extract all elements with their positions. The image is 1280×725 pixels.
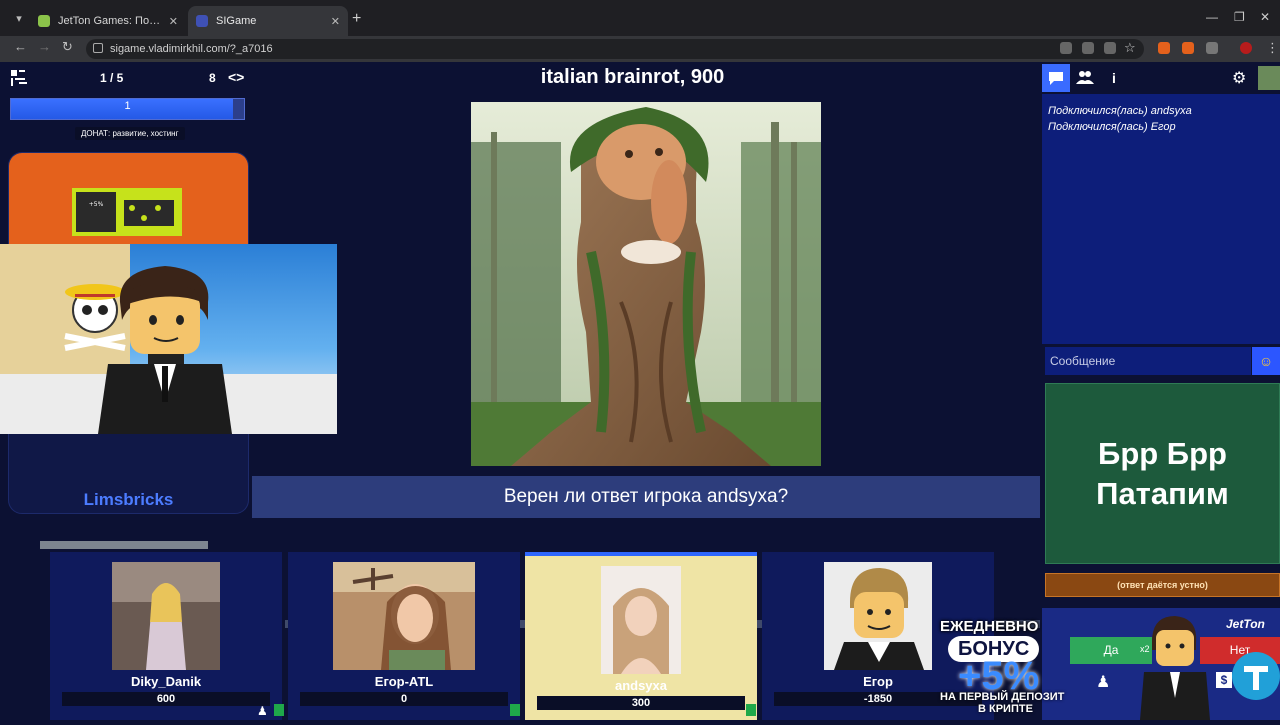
new-tab-icon[interactable]: + bbox=[352, 10, 361, 28]
restore-icon[interactable]: ❐ bbox=[1234, 10, 1245, 24]
ad-lego-figure bbox=[1140, 612, 1210, 720]
question-image bbox=[471, 102, 821, 466]
reload-icon[interactable]: ↻ bbox=[62, 39, 73, 55]
player-slot[interactable]: Егор-ATL 0 bbox=[288, 552, 520, 720]
question-counter: 1 / 5 bbox=[100, 71, 124, 85]
password-key-icon[interactable] bbox=[1060, 42, 1072, 54]
dollar-icon[interactable]: $ bbox=[1216, 672, 1232, 688]
player-avatar bbox=[333, 562, 475, 670]
player-slot[interactable]: Diky_Danik 600 bbox=[50, 552, 282, 720]
ad-text-crypto: В КРИПТЕ bbox=[978, 703, 1033, 715]
player-status-indicator bbox=[510, 704, 520, 716]
theme-title: italian brainrot, 900 bbox=[540, 66, 725, 88]
player-slot-selected[interactable]: andsyxa 300 bbox=[525, 552, 757, 720]
player-name: Diky_Danik bbox=[130, 674, 202, 689]
chat-tab[interactable] bbox=[1042, 64, 1070, 92]
player-avatar bbox=[601, 566, 681, 674]
emoji-icon[interactable]: ☺ bbox=[1252, 347, 1280, 375]
chat-message: Подключился(лась) andsyxa bbox=[1048, 105, 1192, 117]
browser-tab-jetton[interactable]: JetTon Games: Погружение в мир ✕ bbox=[30, 6, 186, 36]
install-app-icon[interactable] bbox=[1082, 42, 1094, 54]
pawn-icon: ♟ bbox=[1096, 674, 1111, 691]
minimize-icon[interactable]: — bbox=[1206, 10, 1218, 24]
jetton-favicon-icon bbox=[38, 15, 50, 27]
back-icon[interactable]: ← bbox=[14, 39, 27, 54]
player-avatar bbox=[824, 562, 932, 670]
site-info-icon[interactable] bbox=[93, 43, 103, 53]
bookmark-star-icon[interactable]: ☆ bbox=[1124, 40, 1136, 56]
info-icon[interactable]: i bbox=[1112, 70, 1116, 86]
lego-minifigure bbox=[90, 262, 240, 434]
player-pawn-icon: ♟ bbox=[257, 704, 268, 718]
player-avatar bbox=[112, 562, 220, 670]
tab-search-icon[interactable]: ▾ bbox=[8, 8, 30, 30]
tab-title: JetTon Games: Погружение в мир bbox=[58, 15, 161, 27]
close-tab-icon[interactable]: ✕ bbox=[331, 15, 340, 28]
sigame-favicon-icon bbox=[196, 15, 208, 27]
translate-icon[interactable] bbox=[1104, 42, 1116, 54]
browser-tab-sigame[interactable]: SIGame ✕ bbox=[188, 6, 348, 36]
player-score: 600 bbox=[62, 692, 270, 706]
browser-menu-icon[interactable]: ⋮ bbox=[1266, 40, 1279, 56]
oral-answer-note: (ответ даётся устно) bbox=[1045, 573, 1280, 597]
players-icon[interactable] bbox=[1076, 70, 1094, 87]
ad-brand-label: JetTon bbox=[1226, 617, 1265, 631]
ad-text-deposit: НА ПЕРВЫЙ ДЕПОЗИТ bbox=[940, 691, 1065, 703]
tab-title: SIGame bbox=[216, 15, 257, 27]
profile-avatar[interactable] bbox=[1240, 42, 1252, 54]
lucky-sign-image: +5% bbox=[72, 188, 182, 236]
chat-bubble-icon bbox=[1049, 72, 1063, 85]
donate-button[interactable]: ДОНАТ: развитие, хостинг bbox=[75, 127, 185, 140]
streamer-webcam bbox=[0, 244, 337, 434]
player-name: andsyxa bbox=[614, 678, 668, 693]
close-window-icon[interactable]: ✕ bbox=[1260, 10, 1270, 24]
user-avatar-thumbnail[interactable] bbox=[1258, 66, 1280, 90]
player-status-indicator bbox=[746, 704, 756, 716]
round-count: 8 bbox=[209, 71, 216, 85]
player-score: 0 bbox=[300, 692, 508, 706]
svg-text:+5%: +5% bbox=[89, 201, 104, 208]
close-tab-icon[interactable]: ✕ bbox=[169, 15, 178, 28]
forward-icon[interactable]: → bbox=[38, 39, 51, 54]
tether-logo-icon bbox=[1232, 652, 1280, 700]
player-status-indicator bbox=[274, 704, 284, 716]
timer-progress-value: 1 bbox=[124, 100, 131, 112]
address-bar[interactable]: sigame.vladimirkhil.com/?_a7016 bbox=[86, 39, 1144, 59]
extensions-puzzle-icon[interactable] bbox=[1206, 42, 1218, 54]
ad-text-daily: ЕЖЕДНЕВНО bbox=[940, 618, 1039, 635]
extension-icon[interactable] bbox=[1158, 42, 1170, 54]
player-name: Егор-ATL bbox=[374, 674, 434, 689]
chat-message: Подключился(лась) Егор bbox=[1048, 121, 1176, 133]
extension-icon[interactable] bbox=[1182, 42, 1194, 54]
message-input[interactable]: Сообщение bbox=[1045, 347, 1251, 375]
menu-icon[interactable] bbox=[10, 69, 30, 87]
player-score: 300 bbox=[537, 696, 745, 710]
correct-answer-card: Брр Брр Патапим bbox=[1045, 383, 1280, 564]
host-name: Limsbricks bbox=[83, 490, 174, 509]
stage-rail bbox=[40, 541, 208, 549]
navigate-arrows-icon[interactable]: <> bbox=[228, 69, 244, 85]
question-text: Верен ли ответ игрока andsyxa? bbox=[252, 476, 1040, 518]
settings-gear-icon[interactable]: ⚙ bbox=[1232, 68, 1246, 88]
